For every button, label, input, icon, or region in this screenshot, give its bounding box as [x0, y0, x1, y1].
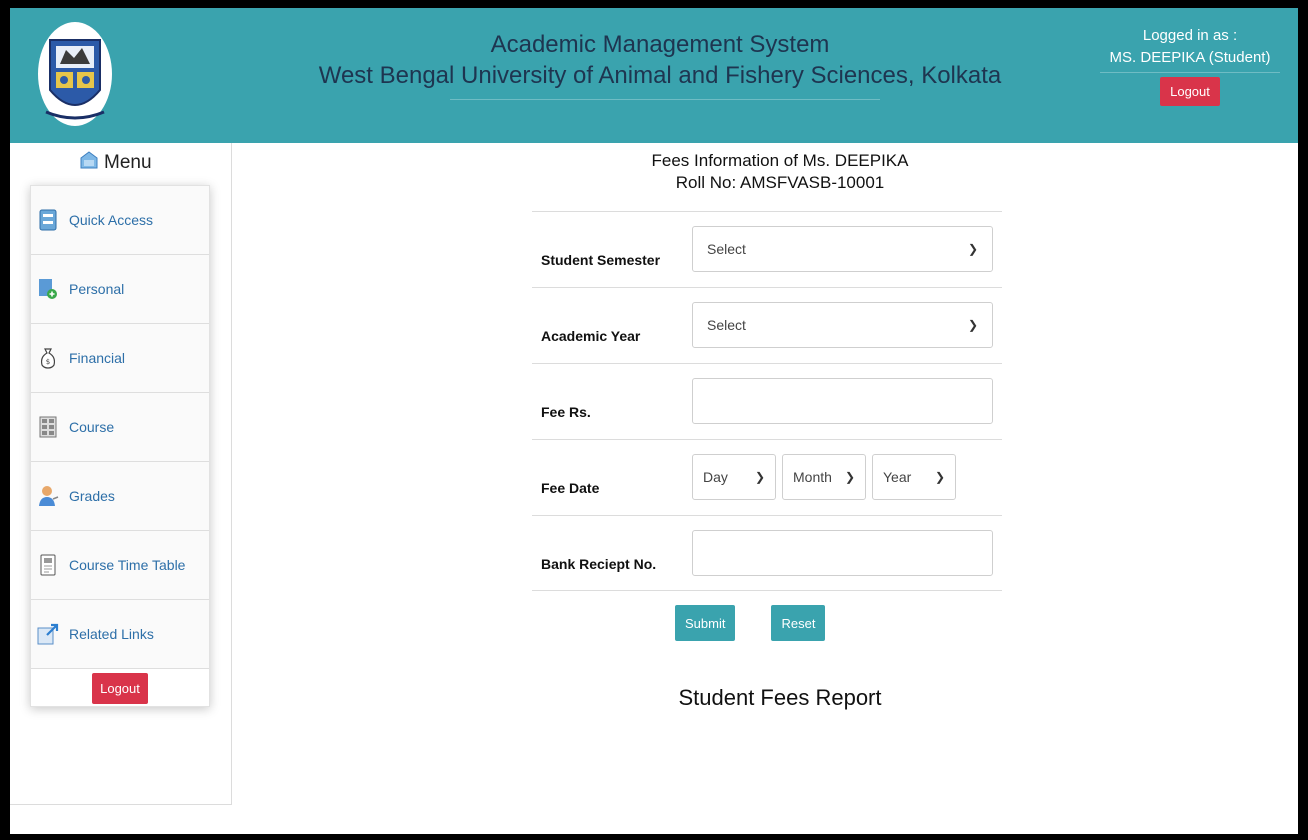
reset-button[interactable]: Reset: [771, 605, 826, 641]
university-name: West Bengal University of Animal and Fis…: [318, 62, 1002, 89]
logged-in-label: Logged in as :: [1142, 27, 1238, 44]
system-title: Academic Management System: [490, 31, 830, 58]
sidebar-logout-button[interactable]: Logout: [92, 672, 148, 704]
sidebar-item-related-links[interactable]: Related Links: [31, 600, 209, 669]
user-info: Logged in as : MS. DEEPIKA (Student) Log…: [1090, 26, 1290, 106]
user-name: MS. DEEPIKA (Student): [1109, 49, 1271, 66]
sidebar-item-quick-access[interactable]: Quick Access: [31, 186, 209, 255]
home-icon: [80, 151, 98, 175]
roll-number: Roll No: AMSFVASB-10001: [675, 173, 885, 192]
sidebar-item-personal[interactable]: Personal: [31, 255, 209, 324]
report-title: Student Fees Report: [678, 685, 882, 710]
day-select-value: Day: [703, 469, 728, 485]
month-select-value: Month: [793, 469, 832, 485]
sidebar-menu: Quick Access Personal $ Financial Course: [30, 185, 210, 707]
fee-label: Fee Rs.: [541, 404, 591, 420]
title-divider: [450, 99, 880, 100]
sidebar-item-label: Grades: [69, 488, 115, 504]
chevron-down-icon: ❯: [754, 470, 765, 484]
sidebar-item-label: Personal: [69, 281, 125, 297]
fee-date-row: Fee Date Day ❯ Month ❯ Year ❯: [532, 439, 1002, 515]
monitor-icon: [37, 209, 59, 231]
receipt-row: Bank Reciept No.: [532, 515, 1002, 591]
grades-user-icon: [37, 485, 59, 507]
sidebar-item-label: Related Links: [69, 626, 154, 642]
money-bag-icon: $: [37, 347, 59, 369]
app-title: Academic Management System West Bengal U…: [260, 30, 1060, 92]
fees-form: Student Semester Select ❯ Academic Year …: [532, 211, 1002, 591]
sidebar-item-label: Course: [69, 419, 115, 435]
fee-input[interactable]: [692, 378, 993, 424]
sidebar-item-course-time-table[interactable]: Course Time Table: [31, 531, 209, 600]
menu-heading: Menu: [80, 151, 152, 175]
chevron-down-icon: ❯: [967, 242, 978, 256]
app-window: Academic Management System West Bengal U…: [10, 8, 1298, 834]
semester-row: Student Semester Select ❯: [532, 211, 1002, 287]
day-select[interactable]: Day ❯: [692, 454, 776, 500]
svg-text:$: $: [46, 358, 50, 366]
sidebar-item-label: Course Time Table: [69, 557, 186, 573]
fee-date-label: Fee Date: [541, 480, 600, 496]
academic-year-label: Academic Year: [541, 328, 641, 344]
semester-label: Student Semester: [541, 252, 661, 268]
academic-year-select[interactable]: Select ❯: [692, 302, 993, 348]
fees-info-title: Fees Information of Ms. DEEPIKA: [651, 151, 909, 170]
university-crest-icon: [36, 20, 114, 128]
personal-file-icon: [37, 278, 59, 300]
month-select[interactable]: Month ❯: [782, 454, 866, 500]
sidebar-footer: Logout: [31, 669, 209, 707]
form-actions: Submit Reset: [675, 605, 826, 641]
menu-label: Menu: [104, 152, 152, 173]
academic-year-row: Academic Year Select ❯: [532, 287, 1002, 363]
semester-select[interactable]: Select ❯: [692, 226, 993, 272]
academic-year-select-value: Select: [707, 317, 746, 333]
external-link-icon: [37, 623, 59, 645]
fee-row: Fee Rs.: [532, 363, 1002, 439]
receipt-label: Bank Reciept No.: [541, 556, 657, 572]
sidebar-item-grades[interactable]: Grades: [31, 462, 209, 531]
chevron-down-icon: ❯: [844, 470, 855, 484]
year-select[interactable]: Year ❯: [872, 454, 956, 500]
chevron-down-icon: ❯: [934, 470, 945, 484]
header-bar: Academic Management System West Bengal U…: [10, 8, 1298, 143]
form-heading: Fees Information of Ms. DEEPIKA Roll No:…: [530, 150, 1030, 194]
course-grid-icon: [37, 416, 59, 438]
user-divider: [1100, 72, 1280, 73]
timetable-doc-icon: [37, 554, 59, 576]
sidebar-item-course[interactable]: Course: [31, 393, 209, 462]
header-logout-button[interactable]: Logout: [1160, 77, 1220, 106]
semester-select-value: Select: [707, 241, 746, 257]
sidebar-item-label: Financial: [69, 350, 126, 366]
sidebar: Menu Quick Access Personal $ Financial C…: [10, 143, 232, 805]
sidebar-item-label: Quick Access: [69, 212, 154, 228]
chevron-down-icon: ❯: [967, 318, 978, 332]
year-select-value: Year: [883, 469, 912, 485]
submit-button[interactable]: Submit: [675, 605, 736, 641]
sidebar-item-financial[interactable]: $ Financial: [31, 324, 209, 393]
receipt-input[interactable]: [692, 530, 993, 576]
